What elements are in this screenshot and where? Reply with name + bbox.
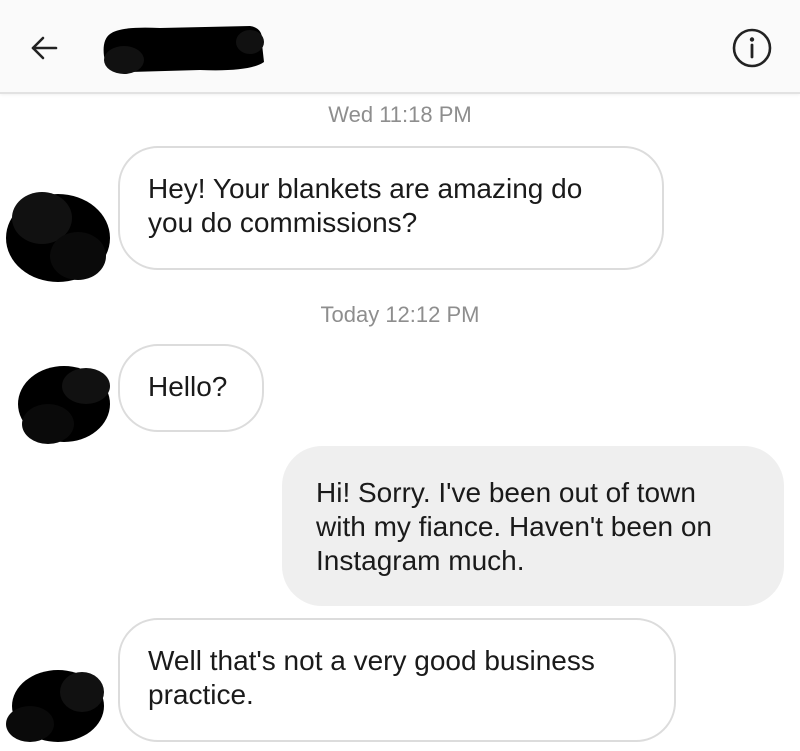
sender-avatar[interactable] xyxy=(14,362,114,446)
message-bubble-incoming[interactable]: Hello? xyxy=(118,344,264,432)
back-button[interactable] xyxy=(22,26,66,70)
message-timestamp: Wed 11:18 PM xyxy=(328,102,472,127)
contact-name[interactable] xyxy=(100,22,266,76)
message-text: Hi! Sorry. I've been out of town with my… xyxy=(316,477,713,576)
message-bubble-incoming[interactable]: Well that's not a very good business pra… xyxy=(118,618,676,742)
avatar-redaction xyxy=(6,670,104,742)
arrow-left-icon xyxy=(31,36,58,60)
message-bubble-outgoing[interactable]: Hi! Sorry. I've been out of town with my… xyxy=(282,446,784,606)
message-text: Hey! Your blankets are amazing do you do… xyxy=(148,173,583,238)
message-text: Well that's not a very good business pra… xyxy=(148,645,595,710)
message-timestamp: Today 12:12 PM xyxy=(320,302,480,327)
info-button[interactable] xyxy=(730,26,774,70)
avatar-redaction xyxy=(6,192,110,282)
info-circle-icon xyxy=(732,28,772,68)
contact-name-text xyxy=(100,22,266,76)
conversation-header xyxy=(0,0,800,94)
sender-avatar[interactable] xyxy=(4,664,108,746)
avatar-redaction xyxy=(18,366,110,444)
sender-avatar[interactable] xyxy=(2,186,114,286)
message-bubble-incoming[interactable]: Hey! Your blankets are amazing do you do… xyxy=(118,146,664,270)
message-text: Hello? xyxy=(148,371,228,402)
